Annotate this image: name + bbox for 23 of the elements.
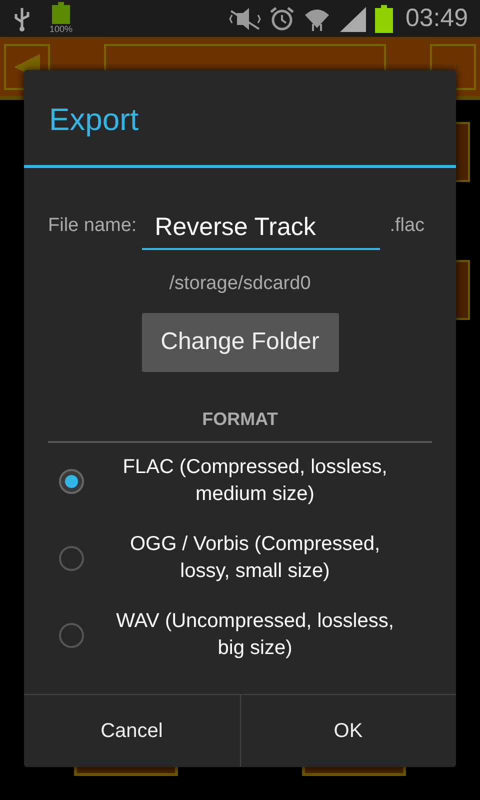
file-name-label: File name: (48, 214, 137, 238)
file-extension: .flac (390, 214, 425, 238)
battery-icon (375, 4, 394, 32)
folder-path: /storage/sdcard0 (169, 272, 311, 296)
radio-button[interactable] (59, 468, 84, 494)
alarm-icon (269, 6, 296, 32)
battery-icon (52, 2, 70, 24)
format-option[interactable]: FLAC (Compressed, lossless, medium size) (84, 454, 426, 508)
file-name-field[interactable]: Reverse Track (142, 206, 380, 250)
signal-icon (339, 6, 368, 32)
format-option[interactable]: OGG / Vorbis (Compressed, lossy, small size) (84, 531, 426, 585)
clock: 03:49 (405, 2, 468, 34)
radio-button[interactable] (59, 546, 84, 570)
section-heading: FORMAT (202, 408, 278, 430)
dialog-title: Export (49, 100, 139, 139)
dialog-button[interactable]: Cancel (24, 695, 240, 767)
usb-icon (12, 6, 32, 32)
battery-percent: 100% (49, 25, 73, 34)
format-option[interactable]: WAV (Uncompressed, lossless, big size) (84, 608, 426, 662)
change-folder-button[interactable]: Change Folder (142, 312, 338, 372)
radio-button[interactable] (59, 622, 84, 648)
mute-vibrate-icon (229, 6, 262, 30)
dialog-button[interactable]: OK (240, 695, 456, 767)
